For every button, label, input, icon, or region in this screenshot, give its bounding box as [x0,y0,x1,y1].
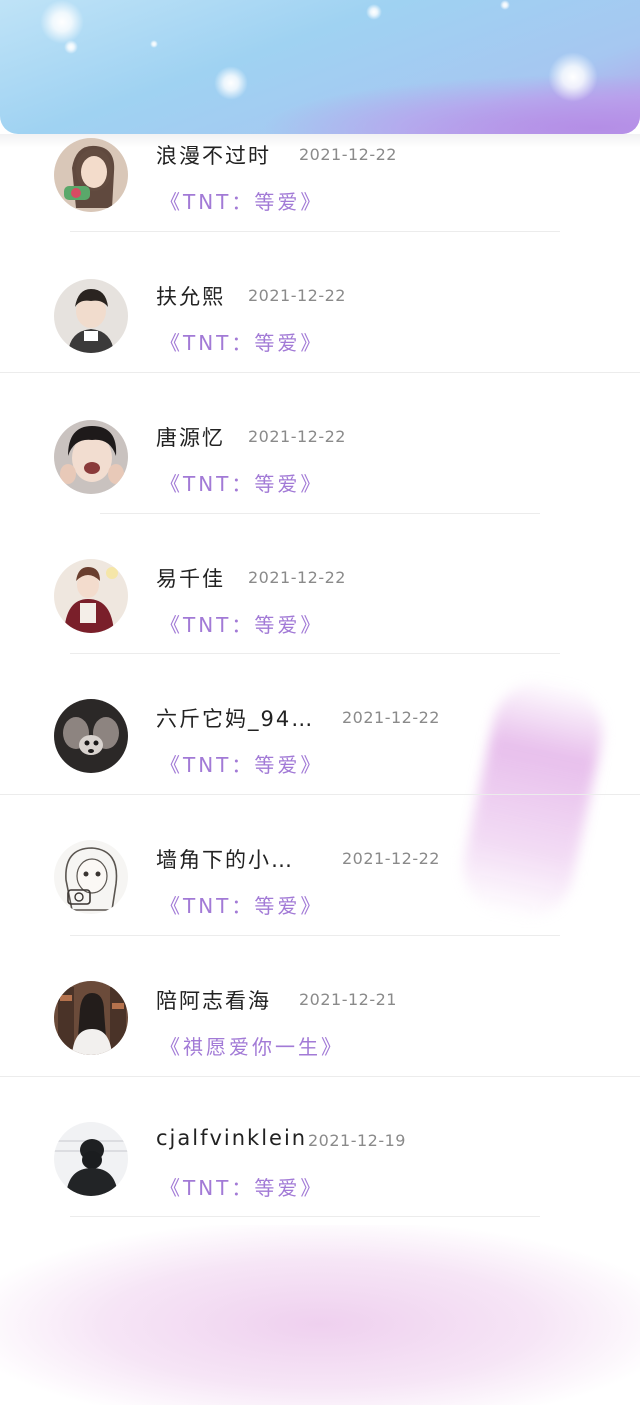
user-name[interactable]: cjalfvinklein [156,1126,307,1150]
avatar[interactable] [54,1122,128,1196]
song-title[interactable]: 《祺愿爱你一生》 [160,1031,344,1060]
song-title[interactable]: 《TNT：等爱》 [160,327,323,356]
user-avatar-icon [54,420,128,494]
divider [70,1216,540,1217]
user-name[interactable]: 六斤它妈_94… [156,703,314,733]
divider [0,794,640,795]
user-name[interactable]: 扶允熙 [156,281,225,311]
avatar[interactable] [54,138,128,212]
sparkle-decoration [366,4,382,20]
divider [70,935,560,936]
sparkle-decoration [64,40,78,54]
header-banner [0,0,640,134]
user-avatar-icon [54,279,128,353]
divider [100,513,540,514]
song-title[interactable]: 《TNT：等爱》 [160,1172,323,1201]
song-title[interactable]: 《TNT：等爱》 [160,468,323,497]
post-date: 2021-12-22 [342,708,440,727]
song-title[interactable]: 《TNT：等爱》 [160,609,323,638]
post-date: 2021-12-22 [342,849,440,868]
user-name[interactable]: 浪漫不过时 [156,140,271,170]
song-title[interactable]: 《TNT：等爱》 [160,890,323,919]
divider [70,231,560,232]
list-item[interactable]: 陪阿志看海 2021-12-21 《祺愿爱你一生》 [0,963,640,1104]
list-item[interactable]: 扶允熙 2021-12-22 《TNT：等爱》 [0,259,640,400]
sparkle-decoration [214,66,248,100]
sparkle-decoration [548,52,598,102]
post-date: 2021-12-22 [299,145,397,164]
user-avatar-icon [54,699,128,773]
post-date: 2021-12-21 [299,990,397,1009]
user-avatar-icon [54,138,128,212]
list-item[interactable]: 浪漫不过时 2021-12-22 《TNT：等爱》 [0,118,640,259]
user-avatar-icon [54,981,128,1055]
sparkle-decoration [40,0,84,44]
sparkle-decoration [500,0,510,10]
song-title[interactable]: 《TNT：等爱》 [160,749,323,778]
post-date: 2021-12-19 [308,1131,406,1150]
user-avatar-icon [54,559,128,633]
user-name[interactable]: 唐源忆 [156,422,225,452]
post-date: 2021-12-22 [248,286,346,305]
divider [0,372,640,373]
sparkle-decoration [150,40,158,48]
list-item[interactable]: 六斤它妈_94… 2021-12-22 《TNT：等爱》 [0,681,640,822]
user-name[interactable]: 墙角下的小… [156,844,294,874]
divider [70,653,560,654]
list-item[interactable]: 易千佳 2021-12-22 《TNT：等爱》 [0,541,640,682]
avatar[interactable] [54,981,128,1055]
song-title[interactable]: 《TNT：等爱》 [160,186,323,215]
list-item[interactable]: 唐源忆 2021-12-22 《TNT：等爱》 [0,400,640,541]
avatar[interactable] [54,420,128,494]
divider [0,1076,640,1077]
avatar[interactable] [54,699,128,773]
user-avatar-icon [54,1122,128,1196]
user-avatar-icon [54,840,128,914]
list-item[interactable]: 墙角下的小… 2021-12-22 《TNT：等爱》 [0,822,640,963]
post-date: 2021-12-22 [248,568,346,587]
avatar[interactable] [54,840,128,914]
bottom-pink-decoration [0,1225,640,1405]
post-date: 2021-12-22 [248,427,346,446]
user-name[interactable]: 易千佳 [156,563,225,593]
avatar[interactable] [54,559,128,633]
user-name[interactable]: 陪阿志看海 [156,985,271,1015]
list-item[interactable]: cjalfvinklein 2021-12-19 《TNT：等爱》 [0,1104,640,1245]
avatar[interactable] [54,279,128,353]
